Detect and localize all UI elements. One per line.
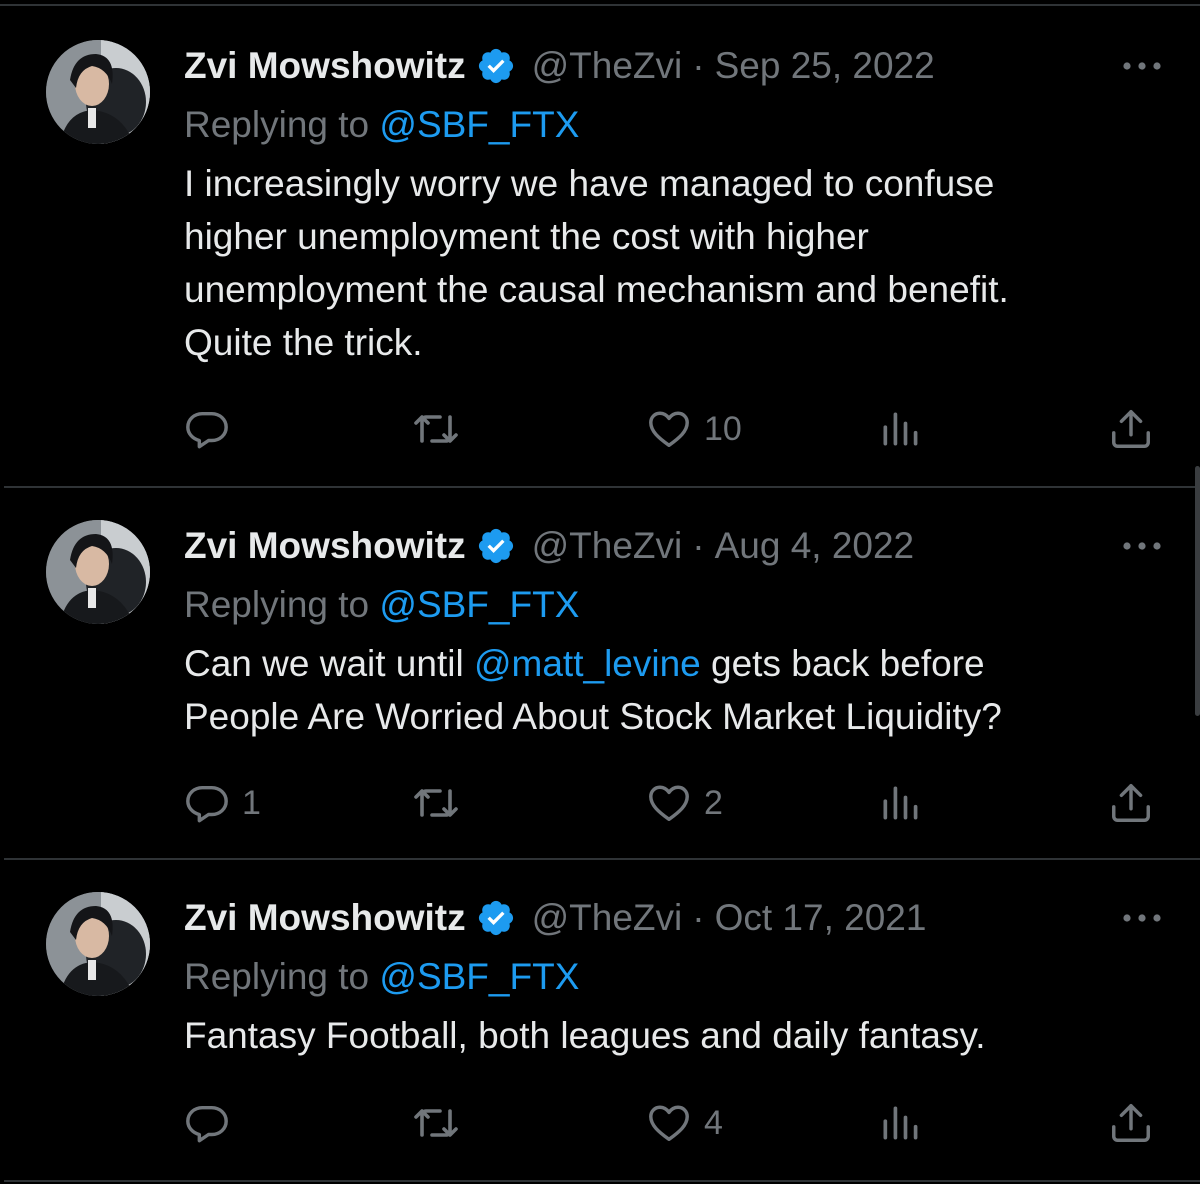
views-button[interactable] (878, 778, 922, 828)
retweet-button[interactable] (412, 404, 472, 454)
verified-badge-icon (478, 48, 513, 84)
retweet-icon (414, 1109, 458, 1137)
views-bar-chart-icon (883, 412, 918, 446)
tweet-text-segment: Can we wait until (184, 643, 474, 684)
separator-dot: · (692, 45, 705, 86)
like-count: 10 (704, 409, 742, 448)
share-upload-icon (1112, 1104, 1150, 1142)
author-avatar[interactable] (46, 520, 150, 624)
replying-to-line: Replying to @SBF_FTX (184, 956, 579, 998)
tweet-actions: 4 (0, 1098, 1200, 1148)
views-button[interactable] (878, 1098, 922, 1148)
heart-icon (649, 785, 689, 822)
views-bar-chart-icon (883, 1106, 918, 1140)
views-button[interactable] (878, 404, 922, 454)
share-button[interactable] (1108, 404, 1154, 454)
author-name[interactable]: Zvi Mowshowitz (184, 45, 466, 87)
reply-count: 1 (242, 783, 261, 822)
reply-bubble-icon (186, 411, 228, 449)
reply-button[interactable]: 1 (184, 778, 261, 828)
heart-icon (649, 411, 689, 448)
more-dots-icon[interactable] (1120, 539, 1164, 553)
retweet-button[interactable] (412, 1098, 472, 1148)
author-avatar[interactable] (46, 892, 150, 996)
tweet-text: Fantasy Football, both leagues and daily… (184, 1009, 1144, 1062)
retweet-button[interactable] (412, 778, 472, 828)
more-dots-icon[interactable] (1120, 59, 1164, 73)
tweet-text-line: higher unemployment the cost with higher (184, 216, 869, 257)
tweet-text: I increasingly worry we have managed to … (184, 157, 1144, 369)
tweet-date[interactable]: Sep 25, 2022 (715, 45, 935, 87)
share-upload-icon (1112, 784, 1150, 822)
tweet-actions: 1 2 (0, 778, 1200, 828)
matt-levine-mention[interactable]: @matt_levine (474, 643, 701, 684)
more-dots-icon[interactable] (1120, 911, 1164, 925)
tweet-text-line: Can we wait until @matt_levine gets back… (184, 637, 1144, 690)
reply-bubble-icon (186, 1105, 228, 1143)
tweet-divider (4, 1180, 1200, 1182)
tweet-item[interactable]: Zvi Mowshowitz @TheZvi · Sep 25, 2022 Re… (0, 0, 1200, 488)
replying-prefix: Replying to (184, 104, 370, 145)
views-bar-chart-icon (883, 786, 918, 820)
heart-icon (649, 1105, 689, 1142)
tweet-date[interactable]: Aug 4, 2022 (715, 525, 915, 567)
tweet-item[interactable]: Zvi Mowshowitz @TheZvi · Oct 17, 2021 Re… (0, 860, 1200, 1184)
tweet-text-line: unemployment the causal mechanism and be… (184, 269, 1009, 310)
replying-prefix: Replying to (184, 956, 370, 997)
verified-badge-icon (478, 528, 513, 564)
like-button[interactable]: 2 (646, 778, 723, 828)
separator-dot: · (692, 525, 705, 566)
tweet-actions: 10 (0, 404, 1200, 454)
tweet-text-line: People Are Worried About Stock Market Li… (184, 696, 1002, 737)
reply-bubble-icon (186, 785, 228, 823)
author-name[interactable]: Zvi Mowshowitz (184, 897, 466, 939)
tweet-feed: Zvi Mowshowitz @TheZvi · Sep 25, 2022 Re… (0, 0, 1200, 1184)
share-button[interactable] (1108, 778, 1154, 828)
tweet-text-line: I increasingly worry we have managed to … (184, 163, 995, 204)
verified-badge-icon (478, 900, 513, 936)
replying-to-line: Replying to @SBF_FTX (184, 104, 579, 146)
replying-to-mention[interactable]: @SBF_FTX (379, 584, 579, 625)
replying-to-mention[interactable]: @SBF_FTX (379, 956, 579, 997)
author-handle[interactable]: @TheZvi (532, 45, 683, 87)
reply-button[interactable] (184, 1098, 242, 1148)
retweet-icon (414, 789, 458, 817)
tweet-text-segment: gets back before (700, 643, 985, 684)
author-avatar[interactable] (46, 40, 150, 144)
author-handle[interactable]: @TheZvi (532, 897, 683, 939)
author-handle[interactable]: @TheZvi (532, 525, 683, 567)
tweet-item[interactable]: Zvi Mowshowitz @TheZvi · Aug 4, 2022 Rep… (0, 488, 1200, 860)
replying-to-mention[interactable]: @SBF_FTX (379, 104, 579, 145)
like-button[interactable]: 10 (646, 404, 742, 454)
separator-dot: · (692, 897, 705, 938)
share-upload-icon (1112, 410, 1150, 448)
replying-to-line: Replying to @SBF_FTX (184, 584, 579, 626)
replying-prefix: Replying to (184, 584, 370, 625)
tweet-date[interactable]: Oct 17, 2021 (715, 897, 927, 939)
retweet-icon (414, 415, 458, 443)
like-button[interactable]: 4 (646, 1098, 723, 1148)
tweet-text-line: Fantasy Football, both leagues and daily… (184, 1015, 986, 1056)
like-count: 4 (704, 1103, 723, 1142)
scrollbar[interactable] (1195, 466, 1200, 716)
reply-button[interactable] (184, 404, 242, 454)
tweet-text: Can we wait until @matt_levine gets back… (184, 637, 1144, 743)
share-button[interactable] (1108, 1098, 1154, 1148)
author-name[interactable]: Zvi Mowshowitz (184, 525, 466, 567)
like-count: 2 (704, 783, 723, 822)
tweet-text-line: Quite the trick. (184, 322, 423, 363)
